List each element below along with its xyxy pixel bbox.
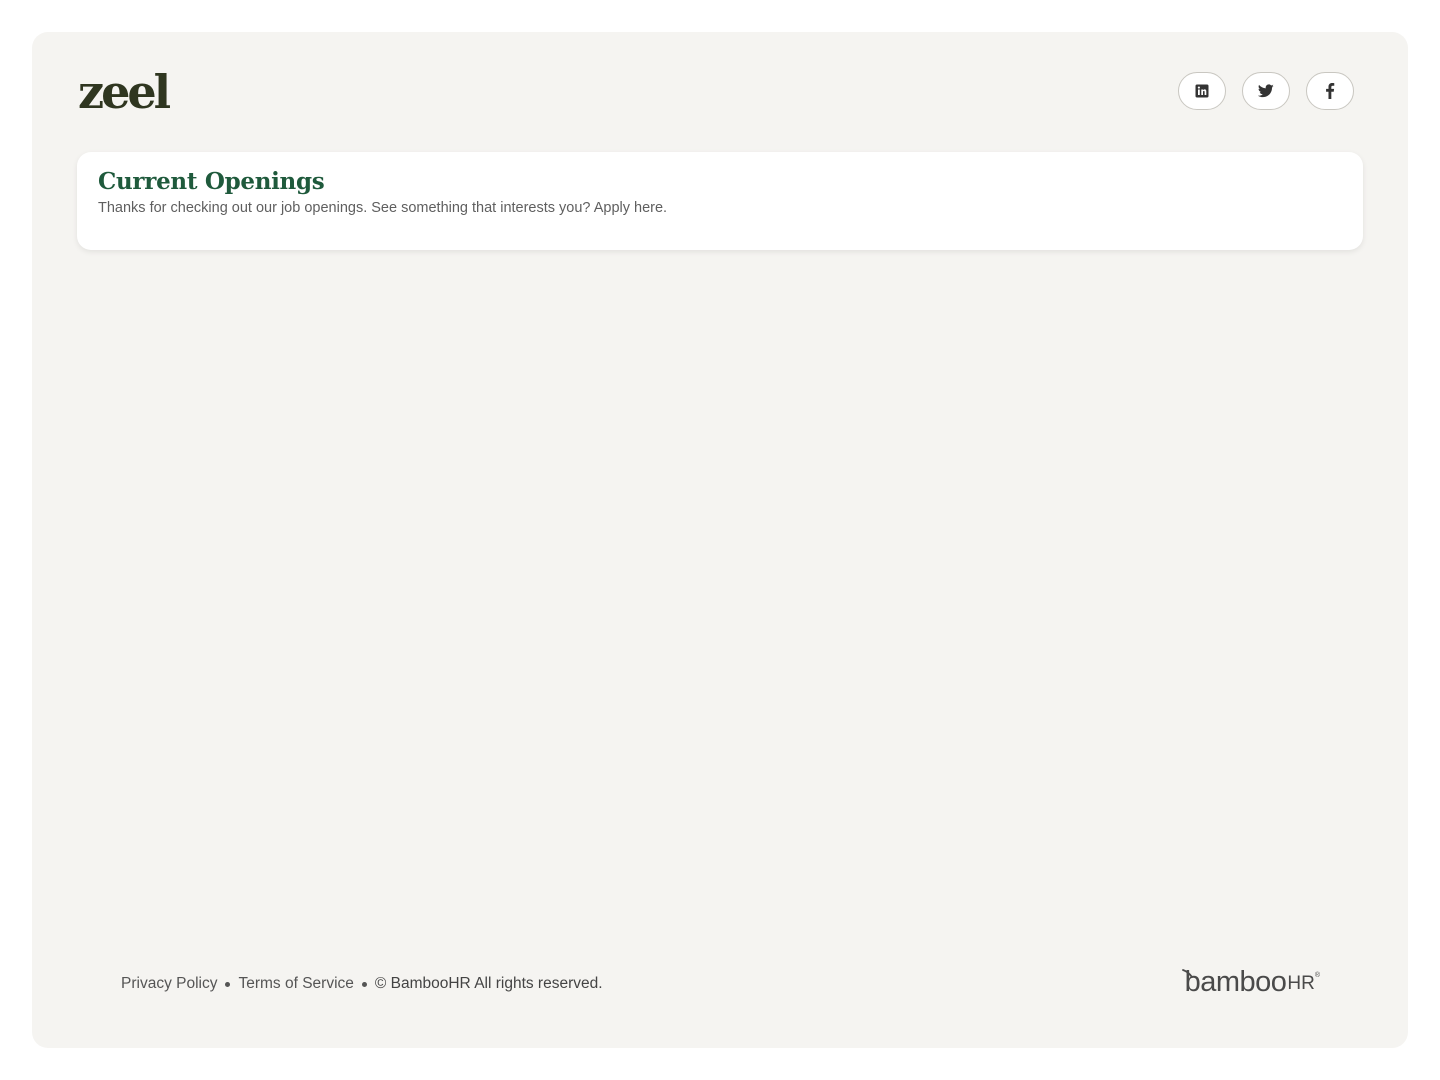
terms-of-service-link[interactable]: Terms of Service	[238, 975, 353, 993]
bamboohr-logo-main: bamboo	[1184, 966, 1287, 998]
bamboohr-logo-registered: ®	[1314, 972, 1320, 979]
bamboohr-logo-hr: HR	[1287, 973, 1315, 994]
bamboohr-logo[interactable]: bamboo HR ®	[1181, 966, 1320, 998]
openings-subtitle: Thanks for checking out our job openings…	[98, 200, 668, 216]
privacy-policy-link[interactable]: Privacy Policy	[121, 975, 217, 993]
page-title: Current Openings	[98, 168, 325, 195]
social-links	[1178, 72, 1354, 110]
separator-dot	[361, 981, 367, 987]
footer: Privacy Policy Terms of Service © Bamboo…	[121, 966, 1320, 1000]
copyright-text: © BambooHR All rights reserved.	[374, 975, 603, 992]
facebook-button[interactable]	[1306, 72, 1354, 110]
header: zeel	[78, 66, 1354, 118]
linkedin-icon	[1195, 84, 1209, 98]
company-logo[interactable]: zeel	[78, 66, 171, 118]
twitter-button[interactable]	[1242, 72, 1290, 110]
linkedin-button[interactable]	[1178, 72, 1226, 110]
bamboo-leaf-icon	[1181, 969, 1193, 978]
footer-links: Privacy Policy Terms of Service © Bamboo…	[121, 975, 603, 993]
facebook-icon	[1326, 83, 1335, 99]
page-frame: zeel Current Openings Thanks for checkin…	[32, 32, 1408, 1048]
separator-dot	[225, 981, 231, 987]
twitter-icon	[1258, 84, 1274, 98]
openings-card: Current Openings Thanks for checking out…	[77, 152, 1363, 250]
